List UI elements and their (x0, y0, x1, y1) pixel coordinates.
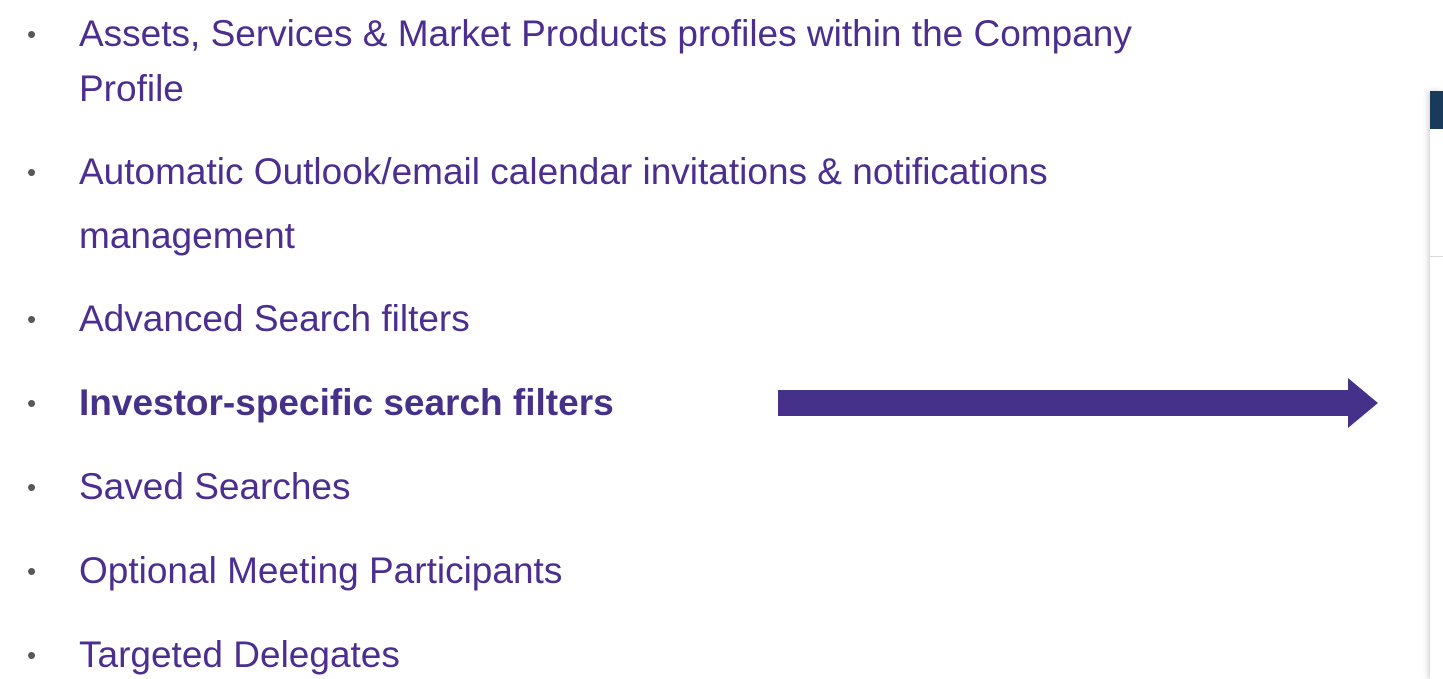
bullet-icon: • (27, 640, 37, 670)
list-item-text: Targeted Delegates (79, 634, 400, 675)
bullet-icon: • (27, 472, 37, 502)
slide: • Assets, Services & Market Products pro… (0, 0, 1443, 679)
list-item-text: Advanced Search filters (79, 298, 470, 339)
bullet-icon: • (27, 19, 37, 49)
side-panel-preview (1430, 91, 1443, 679)
list-item-text: Investor-specific search filters (79, 382, 614, 423)
list-item-text: Profile (79, 68, 184, 109)
bullet-icon: • (27, 157, 37, 187)
list-item-text: Assets, Services & Market Products profi… (79, 13, 1132, 54)
side-panel-header (1430, 91, 1443, 129)
bullet-icon: • (27, 304, 37, 334)
bullet-icon: • (27, 556, 37, 586)
list-item-text: Optional Meeting Participants (79, 550, 563, 591)
list-item-text: Saved Searches (79, 466, 351, 507)
bullet-icon: • (27, 388, 37, 418)
list-item-text: Automatic Outlook/email calendar invitat… (79, 151, 1048, 192)
list-item-text: management (79, 215, 295, 256)
side-panel-divider (1430, 256, 1443, 257)
right-arrow-icon (778, 378, 1378, 428)
